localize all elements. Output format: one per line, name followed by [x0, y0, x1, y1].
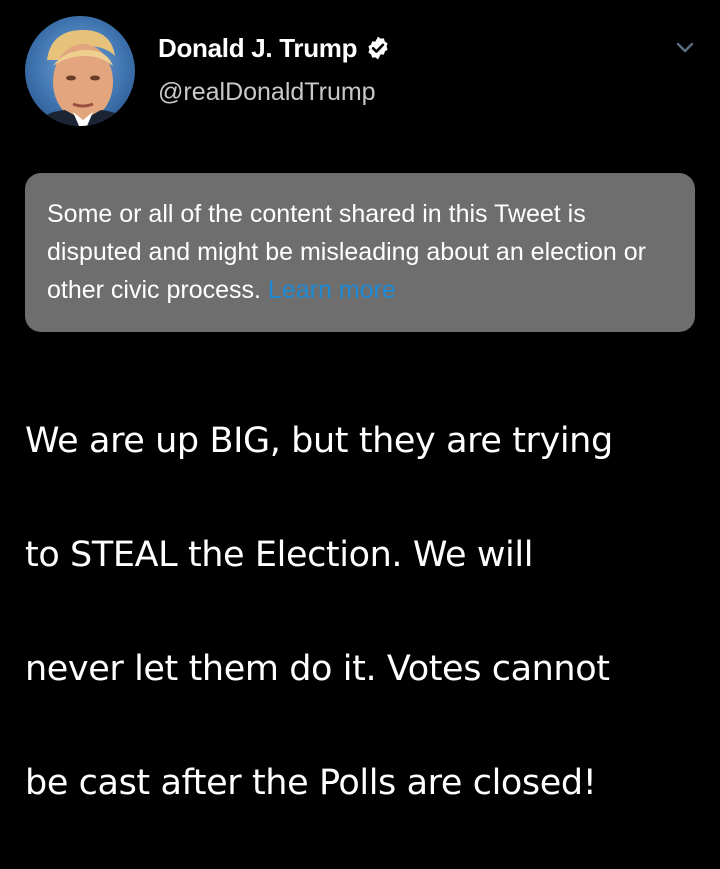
verified-badge-icon — [365, 35, 391, 61]
display-name[interactable]: Donald J. Trump — [158, 33, 357, 64]
disputed-content-notice: Some or all of the content shared in thi… — [25, 173, 695, 332]
avatar-image — [35, 30, 129, 126]
avatar[interactable] — [25, 16, 135, 126]
tweet-line: to STEAL the Election. We will — [25, 535, 534, 575]
tweet-line: be cast after the Polls are closed! — [25, 763, 597, 803]
tweet-line: never let them do it. Votes cannot — [25, 649, 610, 689]
user-handle[interactable]: @realDonaldTrump — [158, 78, 391, 107]
author-block: Donald J. Trump @realDonaldTrump — [158, 28, 391, 107]
learn-more-link[interactable]: Learn more — [268, 276, 396, 304]
tweet-body: We are up BIG, but they are trying to ST… — [25, 356, 715, 869]
tweet-card: Donald J. Trump @realDonaldTrump Some or… — [0, 0, 720, 803]
author-name-row: Donald J. Trump — [158, 28, 391, 68]
tweet-line: We are up BIG, but they are trying — [25, 421, 613, 461]
notice-text-block: Some or all of the content shared in thi… — [47, 195, 673, 309]
chevron-down-icon[interactable] — [672, 34, 698, 60]
